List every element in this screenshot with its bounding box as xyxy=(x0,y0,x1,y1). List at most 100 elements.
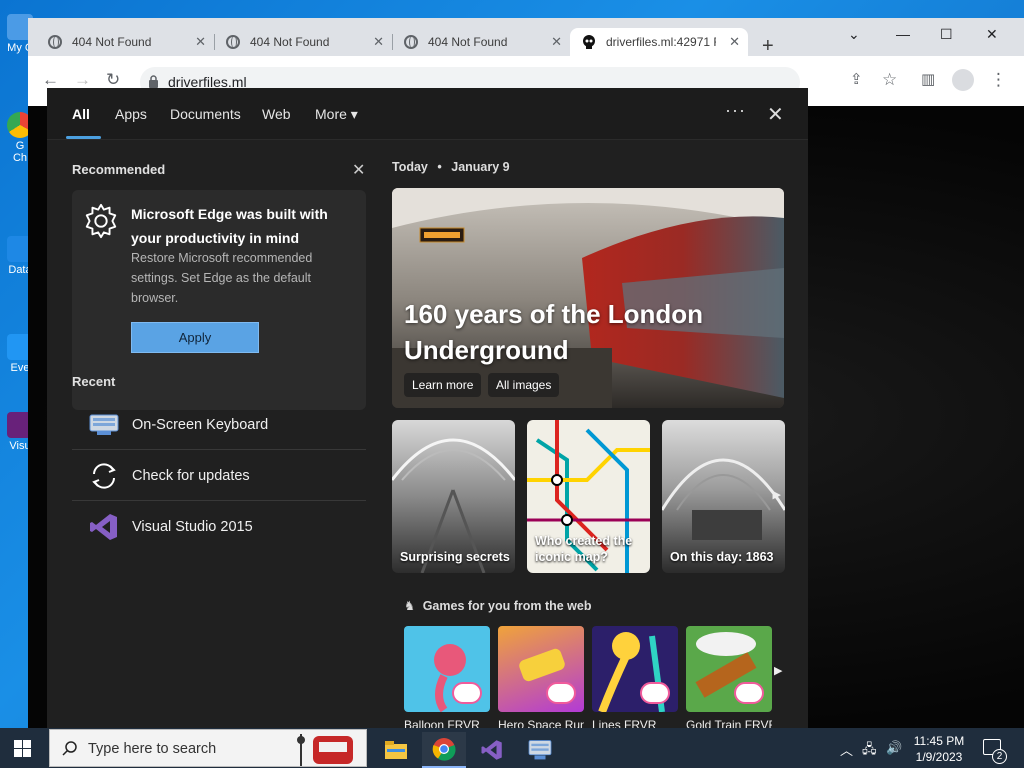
recent-item-label: On-Screen Keyboard xyxy=(132,416,269,433)
system-clock[interactable]: 11:45 PM 1/9/2023 xyxy=(908,733,970,765)
minimize-icon[interactable]: — xyxy=(896,26,910,42)
close-icon[interactable]: ✕ xyxy=(986,26,998,43)
chevron-down-icon[interactable]: ⌄ xyxy=(848,26,860,43)
globe-icon xyxy=(226,35,240,49)
share-icon[interactable]: ⇪ xyxy=(850,70,863,88)
browser-tab[interactable]: 404 Not Found ✕ xyxy=(392,28,570,56)
chevron-up-icon[interactable]: ︿ xyxy=(840,740,853,759)
menu-kebab-icon[interactable]: ⋮ xyxy=(990,70,1007,90)
tab-title: 404 Not Found xyxy=(250,35,330,49)
game-tile-hero-space-run[interactable] xyxy=(498,626,584,712)
tab-strip: 404 Not Found ✕ 404 Not Found ✕ 404 Not … xyxy=(28,18,1024,58)
bookmark-star-icon[interactable]: ☆ xyxy=(882,70,897,90)
game-controller-icon: ♞ xyxy=(404,599,416,613)
date-prefix: Today xyxy=(392,160,428,174)
thumb-caption: Surprising secrets xyxy=(400,550,510,564)
tab-title: driverfiles.ml:42971 F xyxy=(606,35,716,49)
network-icon[interactable]: 🖧 xyxy=(862,740,877,762)
visual-studio-icon xyxy=(481,740,502,760)
thumb-caption: On this day: 1863 xyxy=(670,550,774,564)
search-placeholder: Type here to search xyxy=(88,741,217,757)
keyboard-icon xyxy=(89,414,119,435)
thumb-caption: Who created the iconic map? xyxy=(535,534,633,564)
tab-documents[interactable]: Documents xyxy=(170,106,241,122)
chevron-down-icon: ▾ xyxy=(350,106,358,122)
close-icon[interactable]: ✕ xyxy=(551,34,562,50)
reload-icon[interactable]: ↻ xyxy=(106,70,120,90)
browser-tab-active[interactable]: driverfiles.ml:42971 F ✕ xyxy=(570,28,748,56)
browser-tab[interactable]: 404 Not Found ✕ xyxy=(36,28,215,56)
back-arrow-icon[interactable]: ← xyxy=(42,70,59,90)
volume-icon[interactable]: 🔊 xyxy=(886,740,902,756)
desktop-icon-label: Eve xyxy=(10,362,30,374)
tab-title: 404 Not Found xyxy=(428,35,508,49)
apply-button[interactable]: Apply xyxy=(131,322,259,353)
clock-time: 11:45 PM xyxy=(913,734,965,748)
windows-start-icon[interactable] xyxy=(14,740,31,757)
game-tile-gold-train[interactable] xyxy=(686,626,772,712)
right-column: Today • January 9 160 years of the Londo… xyxy=(392,140,792,730)
gear-icon xyxy=(85,203,117,239)
chrome-icon xyxy=(432,738,456,761)
browser-tab[interactable]: 404 Not Found ✕ xyxy=(214,28,393,56)
recent-heading: Recent xyxy=(72,374,116,389)
more-options-icon[interactable]: ··· xyxy=(725,100,746,121)
recent-item-label: Check for updates xyxy=(132,467,250,484)
globe-icon xyxy=(404,35,418,49)
close-icon[interactable]: ✕ xyxy=(195,34,206,50)
hero-title: 160 years of the London Underground xyxy=(404,299,704,365)
left-column: Recommended ✕ Microsoft Edge was built w… xyxy=(47,140,372,728)
taskbar-on-screen-keyboard[interactable] xyxy=(518,732,562,768)
tab-apps[interactable]: Apps xyxy=(115,106,147,122)
all-images-button[interactable]: All images xyxy=(488,373,560,397)
bullet: • xyxy=(437,160,442,174)
news-thumb-surprising-secrets[interactable]: Surprising secrets xyxy=(392,420,515,573)
skull-icon xyxy=(583,35,595,49)
windows-search-panel: All Apps Documents Web More ▾ ··· ✕ Reco… xyxy=(47,88,808,730)
chevron-right-icon[interactable]: ▶ xyxy=(774,664,782,677)
close-icon[interactable]: ✕ xyxy=(352,160,365,180)
close-icon[interactable]: ✕ xyxy=(767,102,784,127)
tab-more[interactable]: More ▾ xyxy=(315,106,358,123)
profile-avatar-icon[interactable] xyxy=(952,69,974,91)
recommendation-title: Microsoft Edge was built with your produ… xyxy=(131,206,328,246)
globe-icon xyxy=(48,35,62,49)
tab-title: 404 Not Found xyxy=(72,35,152,49)
frvr-badge-icon xyxy=(452,682,482,704)
forward-arrow-icon[interactable]: → xyxy=(74,70,91,90)
selected-tab-indicator xyxy=(66,136,101,139)
taskbar-visual-studio[interactable] xyxy=(470,732,514,768)
close-icon[interactable]: ✕ xyxy=(729,34,740,50)
news-thumb-iconic-map[interactable]: Who created the iconic map? xyxy=(527,420,650,573)
search-highlight-image xyxy=(297,734,353,766)
frvr-badge-icon xyxy=(546,682,576,704)
new-tab-button[interactable]: + xyxy=(762,35,774,58)
sync-icon xyxy=(92,462,116,489)
game-tile-balloon[interactable] xyxy=(404,626,490,712)
taskbar-file-explorer[interactable] xyxy=(374,732,418,768)
hero-card[interactable]: 160 years of the London Underground Lear… xyxy=(392,188,784,408)
news-thumb-on-this-day[interactable]: On this day: 1863 ▶ xyxy=(662,420,785,573)
learn-more-button[interactable]: Learn more xyxy=(404,373,482,397)
chevron-right-icon[interactable]: ▶ xyxy=(773,488,781,501)
notification-count-badge: 2 xyxy=(992,749,1007,764)
lock-icon xyxy=(149,75,158,88)
recent-item-visual-studio[interactable]: Visual Studio 2015 xyxy=(72,502,366,552)
tab-more-label: More xyxy=(315,106,347,122)
taskbar-chrome[interactable] xyxy=(422,732,466,768)
maximize-icon[interactable]: ☐ xyxy=(940,26,953,43)
games-heading-label: Games for you from the web xyxy=(422,599,592,613)
tab-web[interactable]: Web xyxy=(262,106,291,122)
date-text: January 9 xyxy=(451,160,510,174)
games-heading: ♞ Games for you from the web xyxy=(404,598,591,613)
side-panel-icon[interactable]: ▥ xyxy=(921,70,935,88)
recent-item-on-screen-keyboard[interactable]: On-Screen Keyboard xyxy=(72,400,366,450)
tab-all[interactable]: All xyxy=(72,106,90,122)
file-explorer-icon xyxy=(385,741,407,759)
taskbar-search-box[interactable]: Type here to search xyxy=(49,729,367,767)
game-tile-lines[interactable] xyxy=(592,626,678,712)
close-icon[interactable]: ✕ xyxy=(373,34,384,50)
recent-item-check-for-updates[interactable]: Check for updates xyxy=(72,451,366,501)
desktop-icon-label: G Ch xyxy=(12,140,28,164)
recommendation-card: Microsoft Edge was built with your produ… xyxy=(72,190,366,410)
